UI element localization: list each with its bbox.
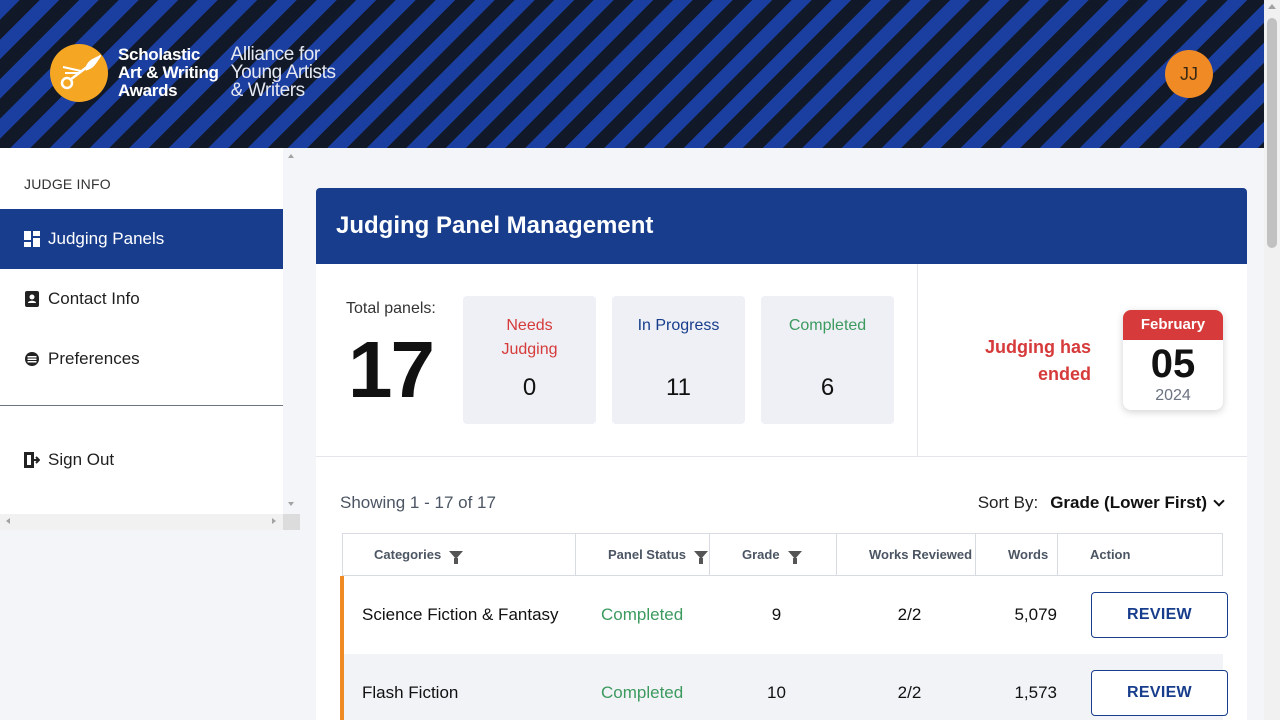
cell-grade: 10	[767, 683, 786, 702]
cell-words: 1,573	[1014, 683, 1057, 702]
scrollbar-corner	[283, 514, 300, 530]
table-header: Categories Panel Status Grade Works Revi…	[342, 533, 1223, 576]
logo-line-1: Scholastic	[118, 45, 201, 64]
sort-label: Sort By:	[977, 493, 1039, 512]
stats-section: Total panels: 17 Needs Judging 0 In Prog…	[316, 264, 1247, 457]
column-label: Action	[1090, 547, 1131, 562]
cell-action: REVIEW	[1061, 592, 1228, 638]
scroll-left-icon[interactable]	[6, 518, 10, 524]
calendar-day: 05	[1150, 342, 1196, 386]
sidebar-nav: JUDGE INFO Judging Panels Contact Info P…	[0, 148, 283, 514]
cell-category: Flash Fiction	[362, 683, 459, 702]
total-panels-value: 17	[348, 325, 435, 414]
filter-icon[interactable]	[787, 550, 802, 564]
settings-icon	[24, 351, 40, 367]
cell-grade: 9	[771, 605, 782, 624]
scrollbar-thumb[interactable]	[1267, 18, 1277, 248]
column-label: Works Reviewed	[869, 547, 973, 562]
column-panel-status[interactable]: Panel Status	[576, 534, 710, 575]
stat-value: 11	[666, 374, 691, 401]
sign-out-label: Sign Out	[48, 450, 115, 469]
stat-label: Needs Judging	[501, 317, 558, 358]
sign-out-icon	[24, 452, 40, 468]
logo-line-3: Awards	[118, 81, 178, 100]
review-button[interactable]: REVIEW	[1091, 670, 1228, 716]
sidebar-divider	[0, 405, 283, 406]
stat-label: Completed	[788, 317, 867, 334]
scroll-down-icon[interactable]	[288, 502, 294, 506]
contact-card-icon	[24, 291, 40, 307]
cell-works-reviewed: 2/2	[897, 605, 922, 624]
column-label: Categories	[374, 547, 442, 562]
calendar-year: 2024	[1155, 387, 1191, 404]
sort-value: Grade (Lower First)	[1050, 493, 1207, 512]
column-grade[interactable]: Grade	[710, 534, 837, 575]
cell-action: REVIEW	[1061, 670, 1228, 716]
column-works-reviewed[interactable]: Works Reviewed	[837, 534, 976, 575]
filter-icon[interactable]	[694, 550, 709, 564]
sidebar: JUDGE INFO Judging Panels Contact Info P…	[0, 148, 300, 720]
stats-divider	[917, 264, 918, 456]
table-row[interactable]: Flash Fiction Completed 10 2/2 1,573 REV…	[340, 654, 1228, 720]
stat-value: 0	[522, 374, 537, 401]
list-toolbar: Showing 1 - 17 of 17 Sort By: Grade (Low…	[316, 457, 1247, 533]
calendar-month: February	[1123, 310, 1223, 340]
sidebar-heading: JUDGE INFO	[24, 176, 111, 192]
stat-value: 6	[820, 374, 835, 401]
chevron-down-icon	[1213, 495, 1225, 507]
results-count: Showing 1 - 17 of 17	[340, 493, 496, 512]
column-categories[interactable]: Categories	[343, 534, 576, 575]
stat-in-progress[interactable]: In Progress 11	[612, 296, 745, 424]
stat-needs-judging[interactable]: Needs Judging 0	[463, 296, 596, 424]
total-panels-label: Total panels:	[346, 300, 436, 317]
column-label: Grade	[742, 547, 780, 562]
cell-words: 5,079	[1014, 605, 1057, 624]
sign-out-button[interactable]: Sign Out	[0, 430, 283, 490]
cell-category: Science Fiction & Fantasy	[362, 605, 559, 624]
sidebar-item-label: Contact Info	[48, 289, 140, 308]
sort-control: Sort By: Grade (Lower First)	[977, 493, 1225, 513]
sidebar-horizontal-scrollbar[interactable]	[0, 514, 283, 530]
dashboard-grid-icon	[24, 231, 40, 247]
site-header: Scholastic Art & Writing Awards Alliance…	[0, 0, 1264, 148]
user-avatar[interactable]: JJ	[1165, 50, 1213, 98]
sidebar-item-label: Judging Panels	[48, 229, 165, 248]
cell-works-reviewed: 2/2	[897, 683, 922, 702]
column-label: Panel Status	[608, 547, 687, 562]
logo-emblem-icon	[50, 44, 108, 102]
column-words[interactable]: Words	[976, 534, 1058, 575]
review-button[interactable]: REVIEW	[1091, 592, 1228, 638]
cell-status: Completed	[601, 605, 684, 624]
column-label: Words	[1008, 547, 1049, 562]
sort-select[interactable]: Grade (Lower First)	[1050, 493, 1225, 513]
logo-wordmark: Scholastic Art & Writing Awards	[118, 46, 219, 100]
scroll-up-icon[interactable]	[288, 154, 294, 158]
sidebar-item-preferences[interactable]: Preferences	[0, 329, 283, 389]
judging-status-text: Judging has ended	[984, 337, 1091, 384]
sidebar-item-judging-panels[interactable]: Judging Panels	[0, 209, 283, 269]
logo-line-2: Art & Writing	[118, 63, 219, 82]
scholastic-logo[interactable]: Scholastic Art & Writing Awards Alliance…	[50, 44, 336, 102]
deadline-calendar: February 05 2024	[1123, 310, 1223, 410]
column-action: Action	[1058, 534, 1222, 575]
logo-tagline: Alliance for Young Artists & Writers	[230, 45, 336, 101]
sidebar-scrollbar[interactable]	[283, 148, 300, 514]
scroll-right-icon[interactable]	[272, 518, 276, 524]
table-row[interactable]: Science Fiction & Fantasy Completed 9 2/…	[340, 576, 1228, 654]
stat-completed[interactable]: Completed 6	[761, 296, 894, 424]
cell-status: Completed	[601, 683, 684, 702]
page-scrollbar[interactable]	[1264, 0, 1280, 720]
page-title: Judging Panel Management	[316, 188, 1247, 264]
tagline-line-3: & Writers	[230, 80, 306, 101]
filter-icon[interactable]	[449, 550, 464, 564]
sidebar-item-contact-info[interactable]: Contact Info	[0, 269, 283, 329]
sidebar-item-label: Preferences	[48, 349, 140, 368]
stat-label: In Progress	[637, 317, 720, 334]
scroll-up-icon[interactable]	[1268, 4, 1276, 9]
